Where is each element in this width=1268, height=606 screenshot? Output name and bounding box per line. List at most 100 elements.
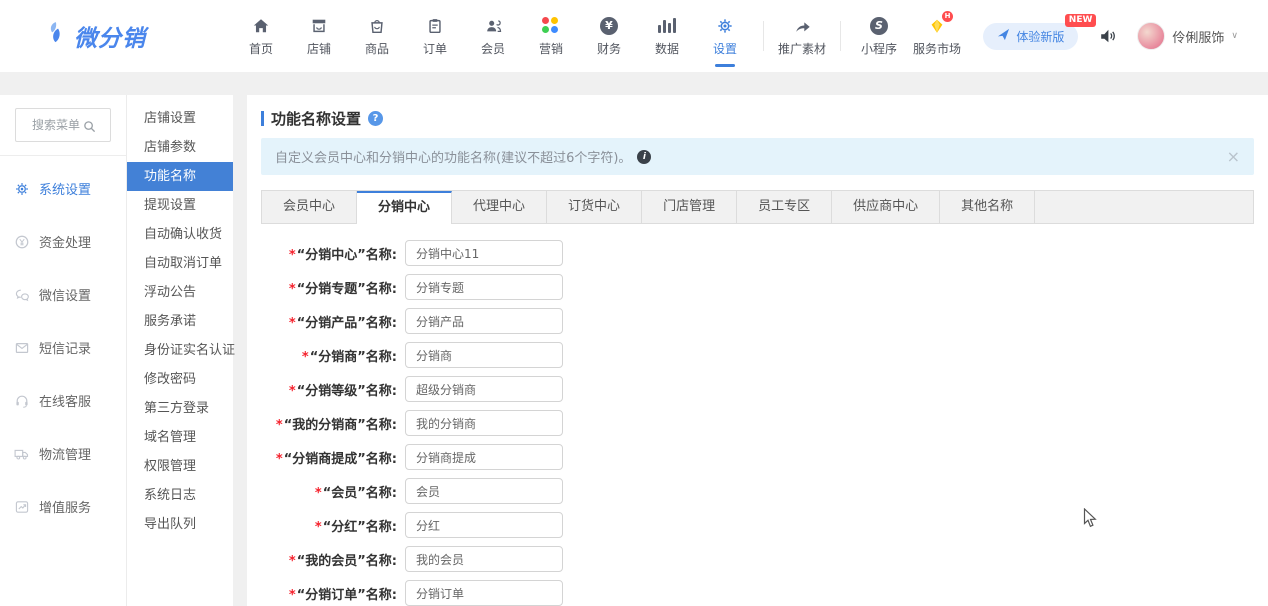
- nav-item-promo-material[interactable]: 推广素材: [773, 0, 831, 72]
- submenu-item-service-promise[interactable]: 服务承诺: [127, 307, 233, 336]
- service-market-badge: H: [942, 11, 953, 22]
- my-distributor-name-input[interactable]: [405, 410, 563, 436]
- sidebar-item-wechat[interactable]: 微信设置: [0, 268, 126, 321]
- required-marker: *: [315, 486, 322, 501]
- tab-ordering-center[interactable]: 订货中心: [547, 191, 642, 223]
- brand-logo-text: 微分销: [74, 19, 146, 53]
- submenu-item-function-names[interactable]: 功能名称: [127, 162, 233, 191]
- field-label: *“分销专题”名称:: [261, 278, 397, 297]
- try-new-version-button[interactable]: 体验新版 NEW: [983, 23, 1078, 50]
- submenu-item-id-verification[interactable]: 身份证实名认证: [127, 336, 233, 365]
- tab-staff-zone[interactable]: 员工专区: [737, 191, 832, 223]
- avatar: [1137, 22, 1165, 50]
- nav-item-data[interactable]: 数据: [638, 0, 696, 72]
- submenu-item-permissions[interactable]: 权限管理: [127, 452, 233, 481]
- nav-item-miniprogram[interactable]: S 小程序: [850, 0, 908, 72]
- submenu-item-change-password[interactable]: 修改密码: [127, 365, 233, 394]
- nav-item-finance[interactable]: ¥ 财务: [580, 0, 638, 72]
- submenu-item-auto-confirm[interactable]: 自动确认收货: [127, 220, 233, 249]
- mail-icon: [13, 339, 30, 356]
- nav-label: 营销: [539, 40, 563, 57]
- submenu-item-thirdparty-login[interactable]: 第三方登录: [127, 394, 233, 423]
- field-label: *“我的会员”名称:: [261, 550, 397, 569]
- finance-icon: ¥: [600, 16, 618, 36]
- tab-agent-center[interactable]: 代理中心: [452, 191, 547, 223]
- sidebar-item-customer-service[interactable]: 在线客服: [0, 374, 126, 427]
- submenu-item-shop-params[interactable]: 店铺参数: [127, 133, 233, 162]
- info-banner-text: 自定义会员中心和分销中心的功能名称(建议不超过6个字符)。: [275, 147, 631, 166]
- sidebar-item-logistics[interactable]: 物流管理: [0, 427, 126, 480]
- nav-label: 财务: [597, 40, 621, 57]
- form-row: *“分销订单”名称:: [261, 580, 1254, 606]
- sidebar-item-label: 在线客服: [39, 391, 91, 410]
- sidebar-item-funds[interactable]: 资金处理: [0, 215, 126, 268]
- sidebar-item-system-settings[interactable]: 系统设置: [0, 162, 126, 215]
- field-label: *“分销商”名称:: [261, 346, 397, 365]
- nav-item-marketing[interactable]: 营销: [522, 0, 580, 72]
- main-panel: 功能名称设置 ? 自定义会员中心和分销中心的功能名称(建议不超过6个字符)。 i…: [247, 95, 1268, 606]
- order-icon: [426, 16, 444, 36]
- sidebar-item-value-added[interactable]: 增值服务: [0, 480, 126, 533]
- tab-supplier-center[interactable]: 供应商中心: [832, 191, 940, 223]
- distribution-order-name-input[interactable]: [405, 580, 563, 606]
- required-marker: *: [315, 520, 322, 535]
- app-screen: 微分销 首页 店铺 商品: [0, 0, 1268, 606]
- nav-item-members[interactable]: 会员: [464, 0, 522, 72]
- sidebar-item-label: 增值服务: [39, 497, 91, 516]
- tab-member-center[interactable]: 会员中心: [262, 191, 357, 223]
- sidebar-menu: 系统设置 资金处理 微信设置: [0, 156, 126, 533]
- menu-search-box[interactable]: [15, 108, 111, 142]
- brand-logo[interactable]: 微分销: [46, 19, 232, 53]
- distributor-name-input[interactable]: [405, 342, 563, 368]
- form-row: *“我的分销商”名称:: [261, 410, 1254, 436]
- field-label: *“分销订单”名称:: [261, 584, 397, 603]
- my-member-name-input[interactable]: [405, 546, 563, 572]
- tab-other-names[interactable]: 其他名称: [940, 191, 1035, 223]
- field-label: *“分销产品”名称:: [261, 312, 397, 331]
- tab-distribution-center[interactable]: 分销中心: [357, 191, 452, 223]
- nav-item-shop[interactable]: 店铺: [290, 0, 348, 72]
- trend-icon: [13, 498, 30, 515]
- distribution-topic-name-input[interactable]: [405, 274, 563, 300]
- nav-item-orders[interactable]: 订单: [406, 0, 464, 72]
- submenu-item-system-log[interactable]: 系统日志: [127, 481, 233, 510]
- sidebar-item-sms[interactable]: 短信记录: [0, 321, 126, 374]
- distribution-product-name-input[interactable]: [405, 308, 563, 334]
- goods-icon: [368, 16, 386, 36]
- nav-item-goods[interactable]: 商品: [348, 0, 406, 72]
- truck-icon: [13, 445, 30, 462]
- nav-divider: [840, 21, 841, 51]
- gear-icon: [13, 180, 30, 197]
- field-label: *“分销中心”名称:: [261, 244, 397, 263]
- submenu-item-domain[interactable]: 域名管理: [127, 423, 233, 452]
- dividend-name-input[interactable]: [405, 512, 563, 538]
- yen-circle-icon: [13, 233, 30, 250]
- submenu-item-auto-cancel[interactable]: 自动取消订单: [127, 249, 233, 278]
- form-row: *“会员”名称:: [261, 478, 1254, 504]
- try-new-version-label: 体验新版: [1016, 28, 1064, 45]
- form-row: *“分红”名称:: [261, 512, 1254, 538]
- nav-item-home[interactable]: 首页: [232, 0, 290, 72]
- nav-item-service-market[interactable]: H 服务市场: [908, 0, 966, 72]
- sidebar-item-label: 微信设置: [39, 285, 91, 304]
- help-icon[interactable]: ?: [368, 111, 383, 126]
- submenu-item-floating-notice[interactable]: 浮动公告: [127, 278, 233, 307]
- distributor-commission-name-input[interactable]: [405, 444, 563, 470]
- user-menu[interactable]: 伶俐服饰 ∨: [1137, 22, 1238, 50]
- distribution-level-name-input[interactable]: [405, 376, 563, 402]
- distribution-center-name-input[interactable]: [405, 240, 563, 266]
- field-label: *“分销等级”名称:: [261, 380, 397, 399]
- required-marker: *: [289, 554, 296, 569]
- member-name-input[interactable]: [405, 478, 563, 504]
- tab-store-management[interactable]: 门店管理: [642, 191, 737, 223]
- submenu-item-withdrawal[interactable]: 提现设置: [127, 191, 233, 220]
- form-row: *“分销专题”名称:: [261, 274, 1254, 300]
- title-accent-bar: [261, 111, 264, 126]
- submenu-item-shop-settings[interactable]: 店铺设置: [127, 104, 233, 133]
- submenu-item-export-queue[interactable]: 导出队列: [127, 510, 233, 539]
- info-icon[interactable]: i: [637, 150, 651, 164]
- close-icon[interactable]: ×: [1227, 149, 1240, 165]
- field-label: *“我的分销商”名称:: [261, 414, 397, 433]
- speaker-icon[interactable]: [1098, 27, 1117, 45]
- nav-item-settings[interactable]: 设置: [696, 0, 754, 72]
